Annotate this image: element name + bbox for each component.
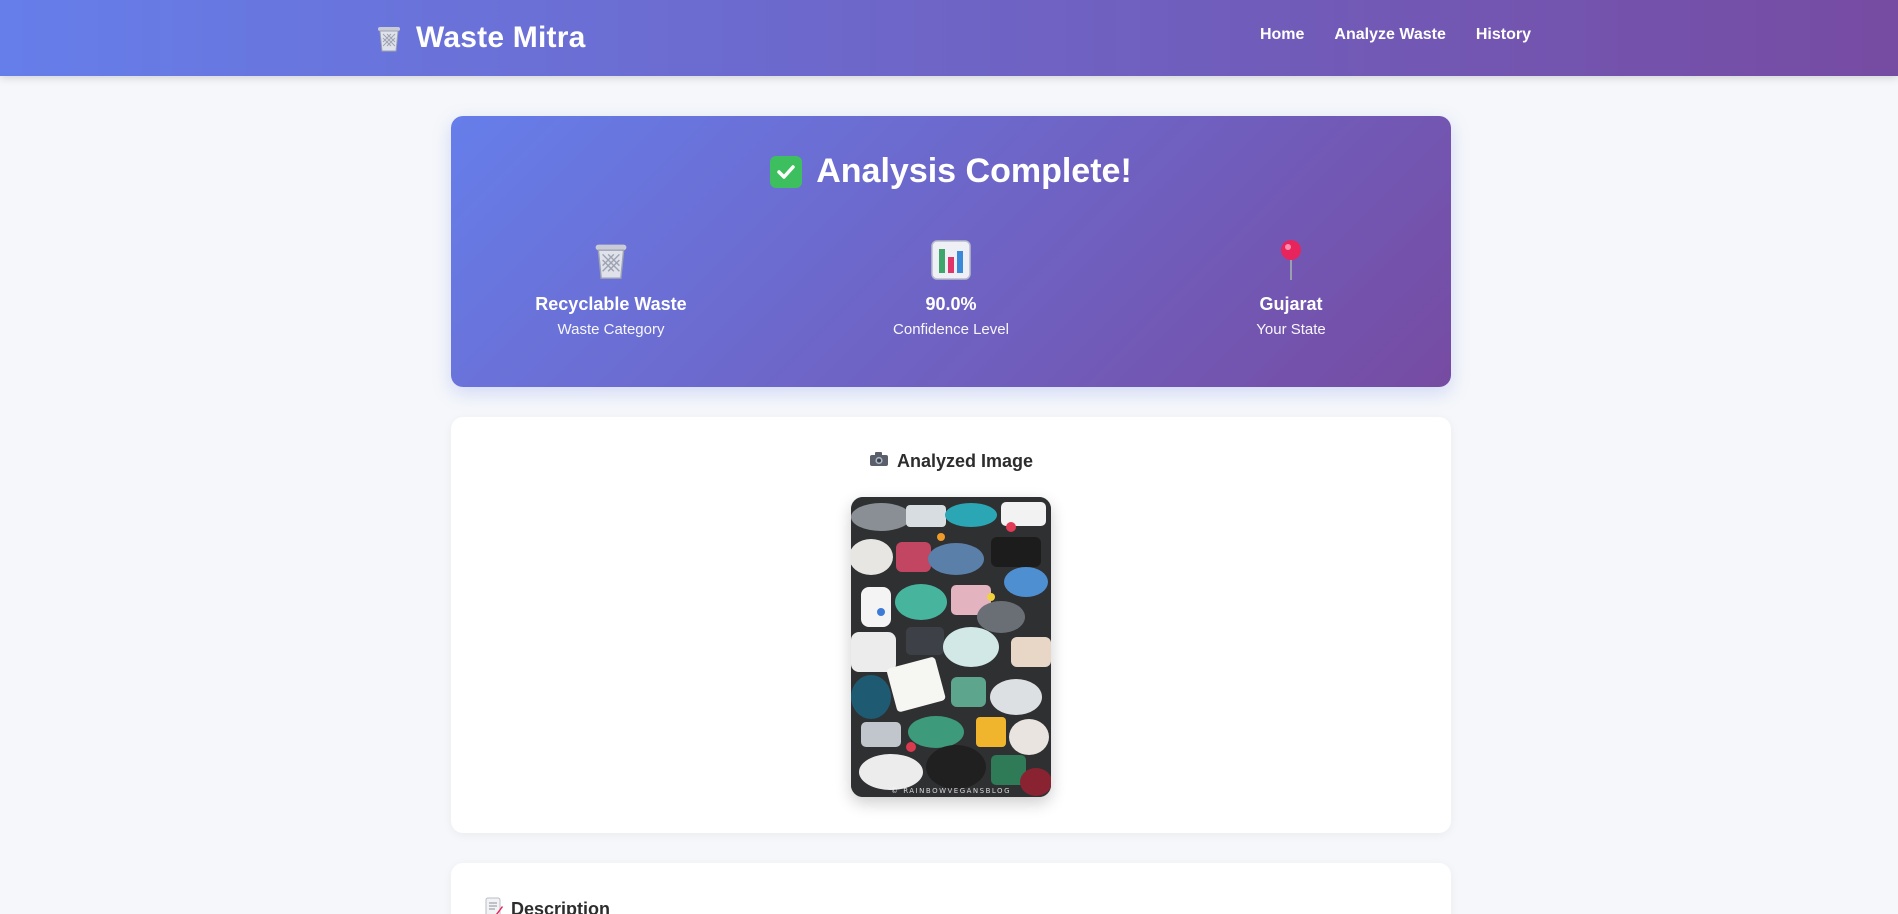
photo-watermark: © RAINBOWVEGANSBLOG bbox=[891, 787, 1011, 795]
nav-home[interactable]: Home bbox=[1260, 26, 1304, 44]
memo-icon bbox=[485, 897, 503, 914]
stat-waste-category: Recyclable Waste Waste Category bbox=[511, 238, 711, 338]
stat-confidence: 90.0% Confidence Level bbox=[851, 238, 1051, 338]
waste-category-value: Recyclable Waste bbox=[535, 294, 687, 314]
nav-history[interactable]: History bbox=[1476, 26, 1531, 44]
trash-bin-icon bbox=[374, 23, 404, 53]
result-stats: Recyclable Waste Waste Category 90.0% Co… bbox=[451, 238, 1451, 338]
description-title: Description bbox=[511, 899, 611, 914]
nav-analyze-waste[interactable]: Analyze Waste bbox=[1334, 26, 1445, 44]
state-value: Gujarat bbox=[1259, 294, 1323, 314]
analyzed-image-card: Analyzed Image © RAINBOWVEGANSBLOG bbox=[451, 417, 1451, 833]
pushpin-icon bbox=[1276, 238, 1306, 282]
brand-link[interactable]: Waste Mitra bbox=[374, 18, 585, 58]
confidence-label: Confidence Level bbox=[893, 321, 1009, 338]
check-mark-icon bbox=[770, 155, 803, 188]
analyzed-waste-photo: © RAINBOWVEGANSBLOG bbox=[851, 497, 1051, 797]
state-label: Your State bbox=[1256, 321, 1326, 338]
navbar: Waste Mitra Home Analyze Waste History bbox=[0, 0, 1898, 76]
bar-chart-icon bbox=[930, 238, 972, 282]
camera-icon bbox=[869, 451, 889, 472]
analyzed-image-heading: Analyzed Image bbox=[451, 451, 1451, 472]
main-nav: Home Analyze Waste History bbox=[1260, 26, 1531, 44]
brand-title: Waste Mitra bbox=[416, 21, 586, 54]
waste-category-label: Waste Category bbox=[557, 321, 665, 338]
confidence-value: 90.0% bbox=[925, 294, 977, 314]
trash-bin-icon bbox=[590, 238, 632, 282]
analyzed-image-title: Analyzed Image bbox=[896, 451, 1034, 471]
stat-state: Gujarat Your State bbox=[1191, 238, 1391, 338]
result-heading: Analysis Complete! bbox=[451, 152, 1451, 191]
description-card: Description bbox=[451, 863, 1451, 914]
result-title: Analysis Complete! bbox=[816, 152, 1132, 190]
description-heading: Description bbox=[485, 897, 610, 914]
analysis-result-card: Analysis Complete! Recyclable Waste Wast… bbox=[451, 116, 1451, 387]
